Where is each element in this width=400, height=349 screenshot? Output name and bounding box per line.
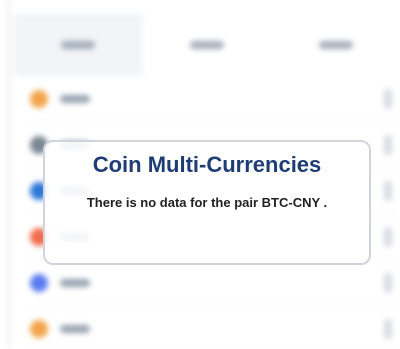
tab-2[interactable] — [143, 14, 272, 76]
value-placeholder — [384, 226, 392, 247]
tab-label-placeholder — [190, 41, 224, 49]
widget-title: Coin Multi-Currencies — [92, 152, 322, 177]
list-row[interactable] — [30, 260, 400, 306]
value-placeholder — [384, 318, 392, 339]
left-border — [8, 0, 10, 349]
list-row[interactable] — [30, 76, 400, 122]
value-placeholder — [384, 272, 392, 293]
value-placeholder — [384, 88, 392, 109]
no-data-message: There is no data for the pair BTC-CNY . — [86, 195, 328, 210]
coin-label-placeholder — [60, 94, 90, 103]
coin-icon — [30, 273, 48, 292]
coin-label-placeholder — [60, 324, 90, 333]
coin-label-placeholder — [60, 278, 90, 287]
coin-icon — [30, 319, 48, 338]
tab-label-placeholder — [318, 41, 353, 49]
tab-label-placeholder — [61, 41, 96, 49]
value-placeholder — [384, 180, 392, 201]
coin-icon — [30, 89, 48, 108]
tab-3[interactable] — [271, 14, 400, 76]
tab-1[interactable] — [14, 14, 143, 76]
currency-tabs — [14, 14, 400, 76]
no-data-overlay: Coin Multi-Currencies There is no data f… — [43, 140, 371, 265]
value-placeholder — [384, 134, 392, 155]
list-row[interactable] — [30, 306, 400, 349]
coin-multi-currencies-widget: Coin Multi-Currencies There is no data f… — [0, 0, 400, 349]
